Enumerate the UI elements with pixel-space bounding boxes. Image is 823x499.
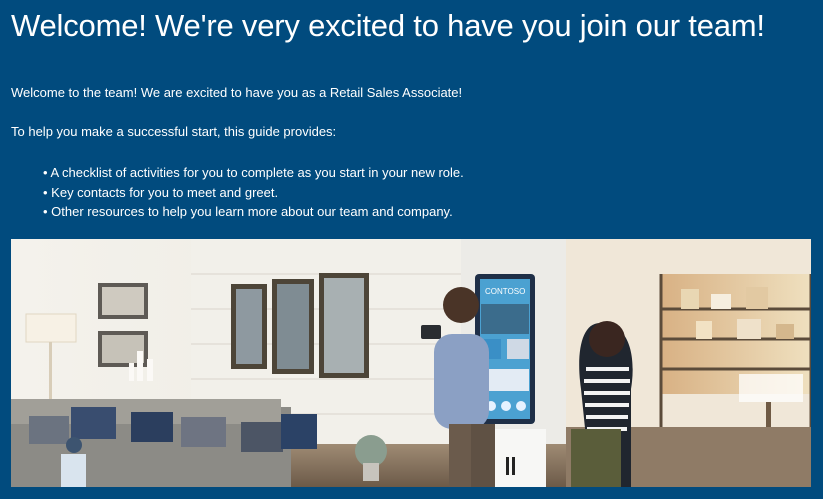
store-scene-illustration: CONTOSO (11, 239, 811, 487)
screen-brand-text: CONTOSO (485, 287, 525, 296)
guide-bullet-list: A checklist of activities for you to com… (43, 163, 464, 222)
bullet-resources: Other resources to help you learn more a… (43, 202, 464, 222)
welcome-paragraph: Welcome to the team! We are excited to h… (11, 85, 463, 100)
welcome-page: Welcome! We're very excited to have you … (0, 0, 823, 499)
store-hero-image: CONTOSO (11, 239, 811, 487)
guide-intro-paragraph: To help you make a successful start, thi… (11, 124, 337, 139)
page-title: Welcome! We're very excited to have you … (11, 8, 765, 43)
bullet-key-contacts: Key contacts for you to meet and greet. (43, 183, 464, 203)
bullet-checklist: A checklist of activities for you to com… (43, 163, 463, 183)
